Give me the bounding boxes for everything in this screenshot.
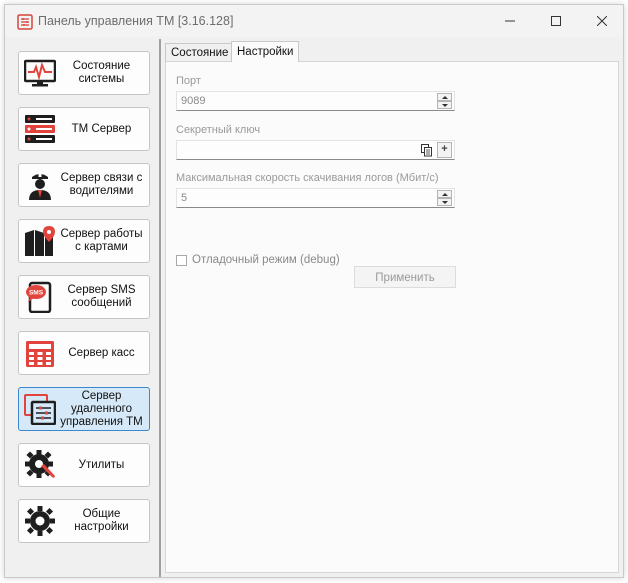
title-bar[interactable]: Панель управления ТМ [3.16.128] <box>5 5 623 37</box>
app-window: Панель управления ТМ [3.16.128] Состояни… <box>4 4 624 578</box>
sidebar-item-label: Общие настройки <box>74 508 129 533</box>
cash-register-icon <box>26 341 54 367</box>
sidebar-item-label: Сервер касс <box>68 346 135 359</box>
window-title: Панель управления ТМ [3.16.128] <box>38 14 234 28</box>
gear-icon <box>25 506 55 536</box>
log-speed-value: 5 <box>181 192 188 204</box>
arrow-up-icon <box>441 95 448 99</box>
port-decrement-button[interactable] <box>437 101 452 109</box>
maximize-icon <box>551 16 561 26</box>
sidebar: Состояние системы ТМ Сервер Сервер связи… <box>11 42 160 574</box>
svg-text:SMS: SMS <box>29 290 44 297</box>
sidebar-item-general-settings[interactable]: Общие настройки <box>18 499 150 543</box>
sidebar-item-utilities[interactable]: Утилиты <box>18 443 150 487</box>
secret-key-input[interactable]: + <box>176 140 455 160</box>
monitor-pulse-icon <box>24 59 56 87</box>
map-pin-icon <box>25 226 55 256</box>
server-rack-icon <box>25 115 55 143</box>
sidebar-item-cash-server[interactable]: Сервер касс <box>18 331 150 375</box>
debug-mode-label[interactable]: Отладочный режим (debug) <box>192 254 340 266</box>
sidebar-item-driver-server[interactable]: Сервер связи с водителями <box>18 163 150 207</box>
sidebar-item-label: Сервер работы с картами <box>60 228 143 253</box>
port-label: Порт <box>176 75 201 87</box>
sidebar-item-system-status[interactable]: Состояние системы <box>18 51 150 95</box>
remote-control-icon <box>24 394 56 425</box>
apply-button[interactable]: Применить <box>354 266 456 288</box>
log-speed-spinner <box>437 190 452 206</box>
port-increment-button[interactable] <box>437 93 452 101</box>
port-value: 9089 <box>181 95 206 107</box>
generate-key-button[interactable]: + <box>437 142 452 158</box>
log-speed-input[interactable]: 5 <box>176 188 455 208</box>
arrow-down-icon <box>441 103 448 107</box>
sidebar-item-remote-control[interactable]: Сервер удаленного управления ТМ <box>18 387 150 431</box>
close-icon <box>597 16 607 26</box>
port-input[interactable]: 9089 <box>176 91 455 111</box>
sidebar-item-tm-server[interactable]: ТМ Сервер <box>18 107 150 151</box>
sidebar-item-label: Сервер SMS сообщений <box>67 284 136 309</box>
close-button[interactable] <box>579 5 625 37</box>
copy-icon <box>421 143 432 156</box>
sidebar-item-label: Сервер удаленного управления ТМ <box>60 389 143 428</box>
settings-panel: Порт 9089 Секретный ключ + Максимальная … <box>165 61 619 573</box>
driver-icon <box>29 174 51 200</box>
sidebar-item-label: ТМ Сервер <box>71 122 132 135</box>
tab-settings[interactable]: Настройки <box>231 41 300 62</box>
maximize-button[interactable] <box>533 5 579 37</box>
sidebar-item-sms-server[interactable]: SMS Сервер SMS сообщений <box>18 275 150 319</box>
port-spinner <box>437 93 452 109</box>
minimize-button[interactable] <box>487 5 533 37</box>
sms-phone-icon: SMS <box>26 281 52 313</box>
log-speed-decrement-button[interactable] <box>437 198 452 206</box>
secret-key-label: Секретный ключ <box>176 124 261 136</box>
copy-button[interactable] <box>419 142 435 158</box>
sidebar-divider[interactable] <box>159 39 161 577</box>
arrow-down-icon <box>441 200 448 204</box>
sidebar-item-label: Состояние системы <box>72 60 131 85</box>
minimize-icon <box>505 20 515 22</box>
wrench-gear-icon <box>25 450 55 478</box>
log-speed-increment-button[interactable] <box>437 190 452 198</box>
debug-mode-checkbox[interactable] <box>176 255 187 266</box>
arrow-up-icon <box>441 192 448 196</box>
sidebar-item-maps-server[interactable]: Сервер работы с картами <box>18 219 150 263</box>
app-logo-icon <box>17 14 33 30</box>
tab-status[interactable]: Состояние <box>165 43 235 61</box>
content-area: Состояние Настройки Порт 9089 Секретный … <box>162 38 622 575</box>
sidebar-item-label: Утилиты <box>78 458 125 471</box>
sidebar-item-label: Сервер связи с водителями <box>60 172 143 197</box>
log-speed-label: Максимальная скорость скачивания логов (… <box>176 172 439 184</box>
